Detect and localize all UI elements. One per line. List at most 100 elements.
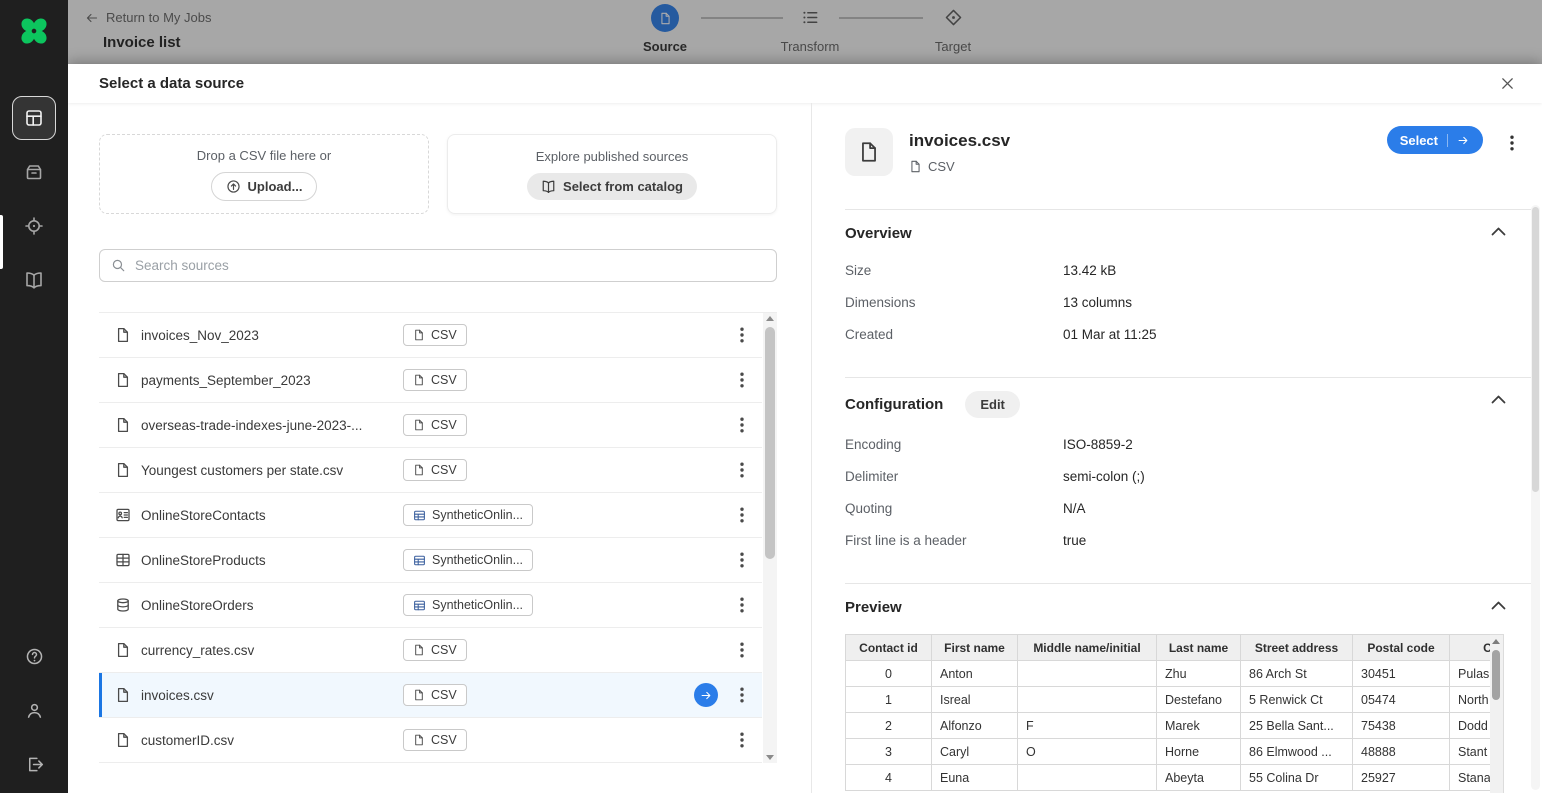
- kebab-menu-icon[interactable]: [738, 415, 746, 435]
- search-sources-box[interactable]: [99, 249, 777, 282]
- source-type-badge: SyntheticOnlin...: [403, 504, 533, 526]
- help-button[interactable]: [12, 634, 56, 678]
- edit-configuration-button[interactable]: Edit: [965, 391, 1020, 418]
- preview-column-header: Postal code: [1353, 635, 1450, 661]
- source-list-item[interactable]: customerID.csv CSV: [99, 718, 762, 763]
- csv-file-icon: [909, 160, 922, 173]
- badge-label: SyntheticOnlin...: [432, 508, 523, 522]
- details-pane-scrollbar[interactable]: [1531, 205, 1540, 790]
- preview-cell: 25927: [1353, 765, 1450, 791]
- collapse-chevron-icon[interactable]: [1491, 601, 1506, 610]
- kebab-menu-icon[interactable]: [738, 550, 746, 570]
- preview-cell: 55 Colina Dr: [1241, 765, 1353, 791]
- detail-value: N/A: [1063, 501, 1086, 516]
- scrollbar-thumb[interactable]: [1492, 650, 1500, 700]
- source-list-item[interactable]: OnlineStoreContacts SyntheticOnlin...: [99, 493, 762, 538]
- close-icon[interactable]: [1499, 75, 1516, 92]
- select-from-catalog-button[interactable]: Select from catalog: [527, 173, 697, 200]
- scroll-up-arrow-icon[interactable]: [766, 316, 774, 321]
- kebab-menu-icon[interactable]: [738, 595, 746, 615]
- section-divider: [845, 209, 1531, 210]
- badge-label: CSV: [431, 733, 457, 747]
- source-name: currency_rates.csv: [141, 643, 254, 658]
- source-type-badge: SyntheticOnlin...: [403, 549, 533, 571]
- preview-table-scrollbar[interactable]: [1490, 634, 1504, 793]
- details-kebab-menu-icon[interactable]: [1507, 132, 1517, 154]
- badge-icon: [413, 374, 425, 386]
- sidebar-item-catalog[interactable]: [12, 258, 56, 302]
- badge-label: CSV: [431, 373, 457, 387]
- source-name: OnlineStoreOrders: [141, 598, 254, 613]
- preview-cell: 48888: [1353, 739, 1450, 765]
- app-sidebar: [0, 0, 68, 793]
- badge-label: SyntheticOnlin...: [432, 598, 523, 612]
- book-icon: [24, 270, 44, 290]
- section-divider: [845, 377, 1531, 378]
- target-icon: [24, 216, 44, 236]
- kebab-menu-icon[interactable]: [738, 460, 746, 480]
- collapse-chevron-icon[interactable]: [1491, 395, 1506, 404]
- preview-column-header: Street address: [1241, 635, 1353, 661]
- select-source-button[interactable]: Select: [1387, 126, 1483, 154]
- source-list-item[interactable]: invoices_Nov_2023 CSV: [99, 313, 762, 358]
- preview-cell: 05474: [1353, 687, 1450, 713]
- source-list-item[interactable]: currency_rates.csv CSV: [99, 628, 762, 673]
- upload-icon: [226, 179, 241, 194]
- sources-list-scrollbar[interactable]: [763, 313, 777, 763]
- badge-label: CSV: [431, 688, 457, 702]
- configuration-section-header: Configuration Edit: [845, 390, 1531, 418]
- detail-label: First line is a header: [845, 533, 1063, 548]
- source-type-badge: CSV: [403, 459, 467, 481]
- preview-cell: Caryl: [932, 739, 1018, 765]
- source-list-item[interactable]: OnlineStoreProducts SyntheticOnlin...: [99, 538, 762, 583]
- kebab-menu-icon[interactable]: [738, 370, 746, 390]
- search-sources-input[interactable]: [135, 258, 765, 273]
- account-button[interactable]: [12, 688, 56, 732]
- source-type-badge: CSV: [403, 639, 467, 661]
- source-list-item[interactable]: invoices.csv CSV: [99, 673, 762, 718]
- configuration-title: Configuration: [845, 396, 943, 413]
- scroll-down-arrow-icon[interactable]: [766, 755, 774, 760]
- source-name: OnlineStoreProducts: [141, 553, 266, 568]
- kebab-menu-icon[interactable]: [738, 730, 746, 750]
- scrollbar-thumb[interactable]: [765, 327, 775, 559]
- file-icon: [115, 417, 131, 433]
- kebab-menu-icon[interactable]: [738, 685, 746, 705]
- source-name: customerID.csv: [141, 733, 234, 748]
- preview-cell: F: [1018, 713, 1157, 739]
- source-list-item[interactable]: OnlineStoreOrders SyntheticOnlin...: [99, 583, 762, 628]
- sidebar-item-datasets[interactable]: [12, 96, 56, 140]
- source-list-item[interactable]: Youngest customers per state.csv CSV: [99, 448, 762, 493]
- preview-cell: [1018, 765, 1157, 791]
- source-list-item[interactable]: overseas-trade-indexes-june-2023-... CSV: [99, 403, 762, 448]
- detail-label: Size: [845, 263, 1063, 278]
- collapse-chevron-icon[interactable]: [1491, 227, 1506, 236]
- sidebar-item-projects[interactable]: [12, 150, 56, 194]
- app-logo[interactable]: [0, 14, 68, 48]
- sidebar-item-targets[interactable]: [12, 204, 56, 248]
- source-name: payments_September_2023: [141, 373, 311, 388]
- app-header: Return to My Jobs Invoice list Source Tr…: [68, 0, 1542, 64]
- logout-button[interactable]: [12, 742, 56, 786]
- sources-list: invoices_Nov_2023 CSV payments_September…: [99, 312, 777, 763]
- upload-button[interactable]: Upload...: [211, 172, 318, 201]
- preview-section-header: Preview: [845, 596, 1531, 618]
- preview-cell: 86 Elmwood ...: [1241, 739, 1353, 765]
- arrow-right-icon: [1447, 134, 1470, 147]
- source-list-item[interactable]: payments_September_2023 CSV: [99, 358, 762, 403]
- preview-row: 2AlfonzoFMarek25 Bella Sant...75438Dodd: [846, 713, 1491, 739]
- badge-label: CSV: [431, 643, 457, 657]
- scrollbar-thumb[interactable]: [1532, 207, 1539, 492]
- source-picker-pane: Drop a CSV file here or Upload... Explor…: [68, 103, 811, 793]
- search-icon: [111, 258, 126, 273]
- detail-label: Delimiter: [845, 469, 1063, 484]
- book-icon: [541, 179, 556, 194]
- open-source-arrow-button[interactable]: [694, 683, 718, 707]
- scroll-up-arrow-icon[interactable]: [1492, 639, 1500, 644]
- csv-dropzone[interactable]: Drop a CSV file here or Upload...: [99, 134, 429, 214]
- kebab-menu-icon[interactable]: [738, 640, 746, 660]
- kebab-menu-icon[interactable]: [738, 325, 746, 345]
- kebab-menu-icon[interactable]: [738, 505, 746, 525]
- badge-icon: [413, 419, 425, 431]
- badge-icon: [413, 509, 426, 522]
